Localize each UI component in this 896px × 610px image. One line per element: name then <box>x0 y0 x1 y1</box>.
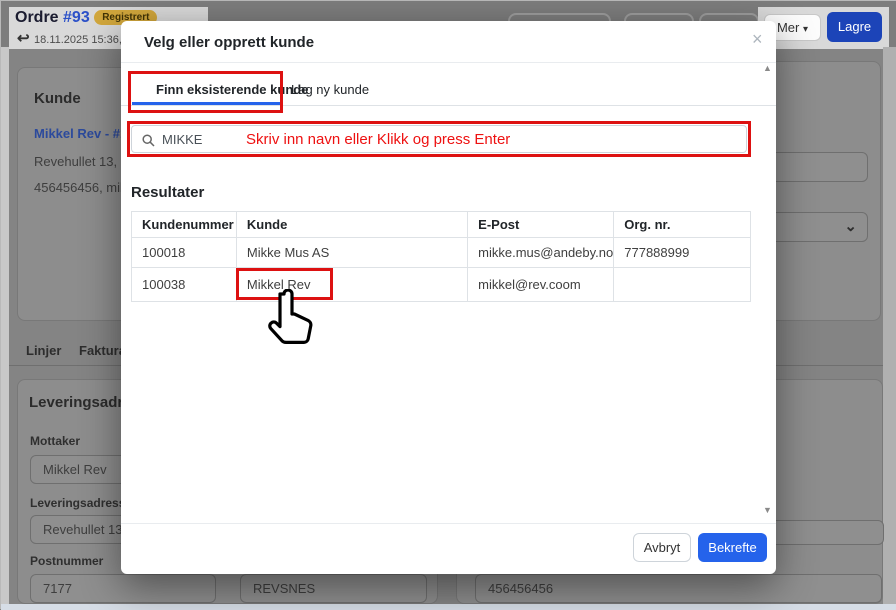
cell-epost[interactable]: mikke.mus@andeby.no <box>468 238 614 268</box>
modal-title: Velg eller opprett kunde <box>144 34 314 51</box>
table-header-row: Kundenummer Kunde E-Post Org. nr. <box>132 212 751 238</box>
modal-footer-divider <box>121 523 776 524</box>
scroll-down-icon[interactable]: ▼ <box>763 505 772 515</box>
customer-modal: Velg eller opprett kunde × Finn eksister… <box>121 21 776 574</box>
col-orgnr: Org. nr. <box>614 212 751 238</box>
cell-orgnr[interactable]: 777888999 <box>614 238 751 268</box>
tab-linjer[interactable]: Linjer <box>26 343 61 358</box>
page-scrollbar-area[interactable] <box>883 47 896 604</box>
more-button-label: Mer <box>777 20 799 35</box>
mottaker-label: Mottaker <box>30 434 80 448</box>
annotation-box-search <box>127 121 751 157</box>
tab-faktura[interactable]: Faktura <box>79 343 126 358</box>
close-icon[interactable]: × <box>752 29 763 50</box>
back-icon[interactable]: ↩ <box>17 30 30 47</box>
cell-kunde[interactable]: Mikke Mus AS <box>236 238 467 268</box>
postnummer-label: Postnummer <box>30 554 103 568</box>
page-edge-left <box>1 47 9 604</box>
annotation-box-tab <box>128 71 283 113</box>
order-number: #93 <box>63 9 90 26</box>
results-heading: Resultater <box>131 184 204 201</box>
cell-kundenummer[interactable]: 100038 <box>132 268 237 302</box>
col-kundenummer: Kundenummer <box>132 212 237 238</box>
leveringsadresse-label: Leveringsadresse <box>30 496 132 510</box>
col-kunde: Kunde <box>236 212 467 238</box>
table-row[interactable]: 100018 Mikke Mus AS mikke.mus@andeby.no … <box>132 238 751 268</box>
modal-tab-lag-ny-kunde[interactable]: Lag ny kunde <box>291 82 369 97</box>
cell-kundenummer[interactable]: 100018 <box>132 238 237 268</box>
phone-input[interactable]: 456456456 <box>475 574 882 603</box>
order-timestamp: 18.11.2025 15:36, <box>34 34 122 46</box>
confirm-button[interactable]: Bekrefte <box>698 533 767 562</box>
save-button[interactable]: Lagre <box>827 12 882 42</box>
page-title: Ordre <box>15 9 59 26</box>
results-table: Kundenummer Kunde E-Post Org. nr. 100018… <box>131 211 751 302</box>
postnummer-input[interactable]: 7177 <box>30 574 216 603</box>
poststed-input[interactable]: REVSNES <box>240 574 427 603</box>
modal-header-divider <box>121 62 776 63</box>
scroll-up-icon[interactable]: ▲ <box>763 63 772 73</box>
page-edge-bottom <box>1 604 896 610</box>
hand-cursor-icon <box>263 289 317 351</box>
table-row[interactable]: 100038 Mikkel Rev mikkel@rev.coom <box>132 268 751 302</box>
caret-down-icon: ▾ <box>803 24 808 35</box>
chevron-down-icon: ⌄ <box>844 213 857 240</box>
cell-orgnr[interactable] <box>614 268 751 302</box>
cell-epost[interactable]: mikkel@rev.coom <box>468 268 614 302</box>
kunde-card-title: Kunde <box>34 90 81 107</box>
col-epost: E-Post <box>468 212 614 238</box>
cancel-button[interactable]: Avbryt <box>633 533 691 562</box>
delivery-card-title: Leveringsadre <box>29 394 132 411</box>
